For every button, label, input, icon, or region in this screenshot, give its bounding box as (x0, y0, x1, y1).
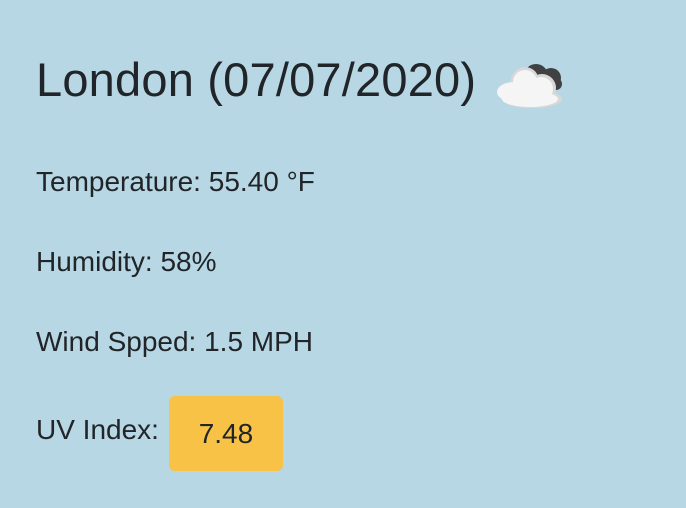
cloudy-night-icon (494, 54, 568, 110)
uv-index-badge: 7.48 (168, 396, 283, 471)
uv-index-row: UV Index: 7.48 (36, 396, 283, 471)
humidity-text: Humidity: 58% (36, 246, 217, 277)
weather-title-row: London (07/07/2020) (36, 44, 568, 114)
city-date-title: London (07/07/2020) (36, 52, 477, 106)
uv-index-label: UV Index: (36, 413, 159, 445)
wind-speed-text: Wind Spped: 1.5 MPH (36, 326, 314, 357)
weather-card: London (07/07/2020) Temperature: 55.40 °… (0, 0, 686, 508)
temperature-text: Temperature: 55.40 °F (36, 166, 315, 197)
